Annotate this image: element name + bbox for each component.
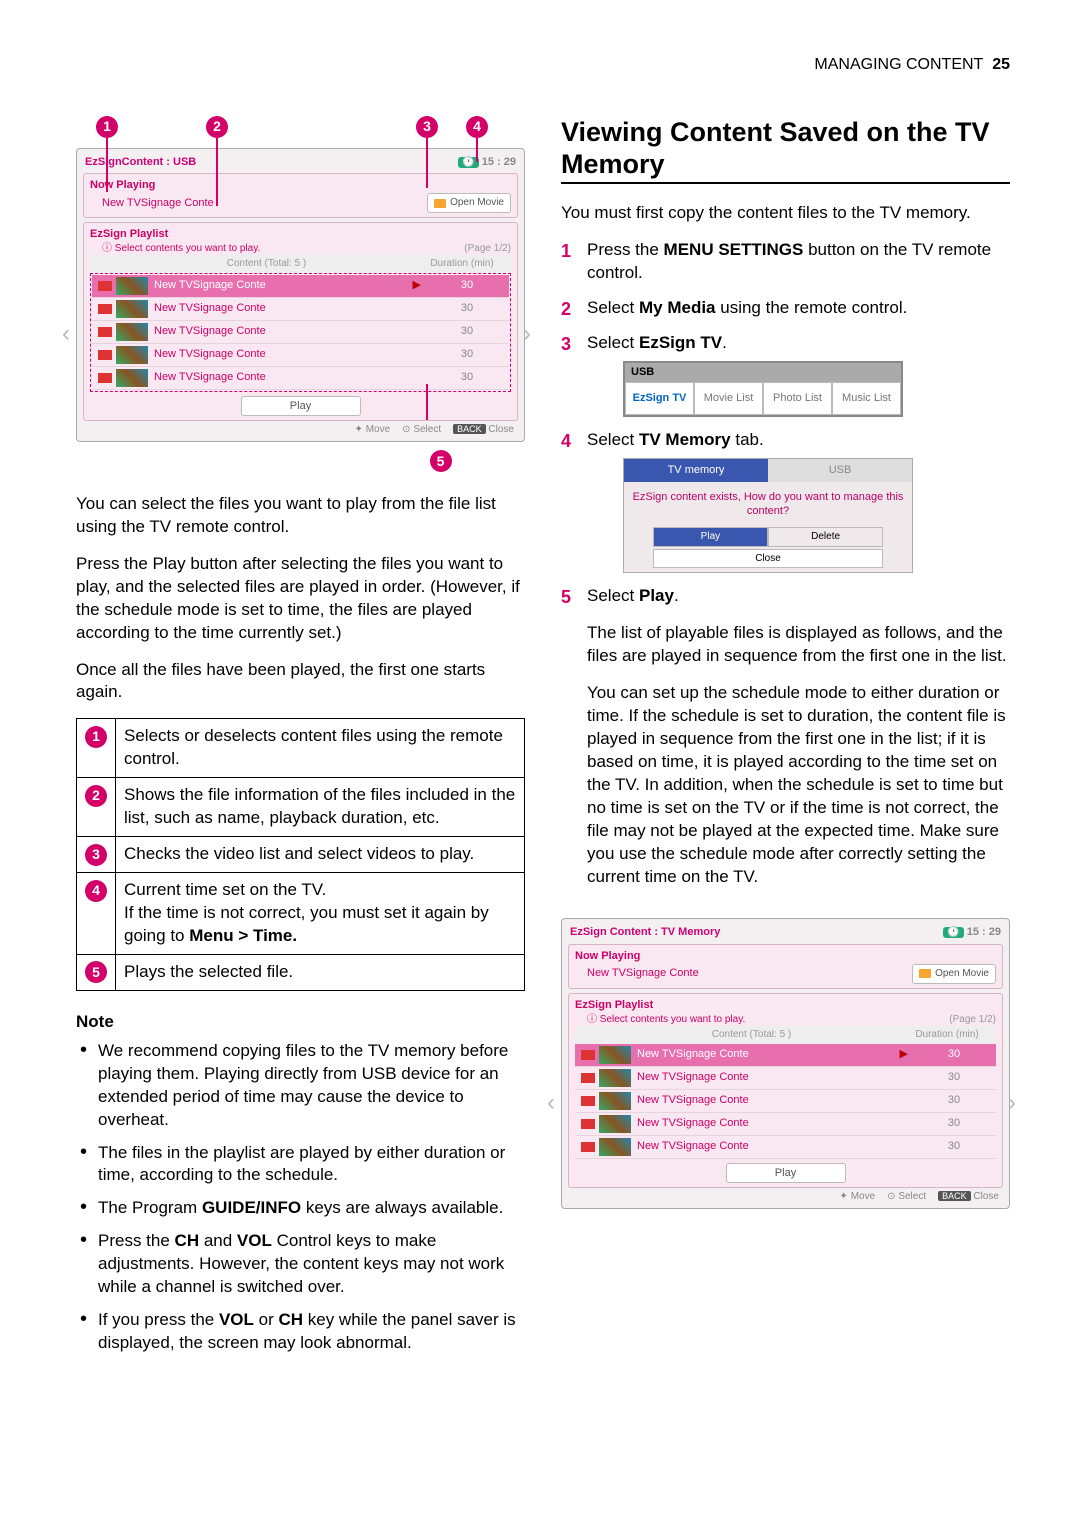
clock-icon: 🕐: [943, 927, 963, 938]
note-list: We recommend copying files to the TV mem…: [76, 1040, 525, 1355]
callout-5: 5: [430, 450, 452, 472]
tab-ezsign-tv[interactable]: EzSign TV: [625, 382, 694, 415]
prev-page-arrow[interactable]: ‹: [62, 322, 78, 346]
folder-icon: [919, 969, 931, 978]
callout-3: 3: [416, 116, 438, 138]
playlist-row[interactable]: New TVSignage Conte30: [92, 367, 509, 390]
playlist-row[interactable]: New TVSignage Conte30: [92, 298, 509, 321]
footer-move: ✦ Move: [355, 423, 391, 437]
play-button[interactable]: Play: [726, 1163, 846, 1184]
play-button[interactable]: Play: [241, 396, 361, 417]
tv-memory-dialog: TV memory USB EzSign content exists, How…: [623, 458, 913, 574]
body-text: Press the Play button after selecting th…: [76, 553, 525, 645]
footer-close: BACK Close: [453, 423, 514, 437]
body-text: Once all the files have been played, the…: [76, 659, 525, 705]
playlist-row[interactable]: New TVSignage Conte30: [92, 321, 509, 344]
prev-page-arrow[interactable]: ‹: [547, 1091, 563, 1115]
page-header: MANAGING CONTENT 25: [76, 54, 1010, 76]
callout-2: 2: [206, 116, 228, 138]
play-icon: ▶: [413, 278, 421, 293]
now-playing-content: New TVSignage Conte: [90, 196, 421, 211]
panel-title: EzSignContent : USB: [85, 155, 196, 170]
panel-title: EzSign Content : TV Memory: [570, 925, 720, 940]
flag-icon: [98, 281, 112, 291]
callout-1: 1: [96, 116, 118, 138]
media-tabs-panel: USB EzSign TV Movie List Photo List Musi…: [623, 361, 903, 417]
playlist-row[interactable]: New TVSignage Conte▶30: [575, 1044, 996, 1067]
tab-usb[interactable]: USB: [768, 459, 912, 482]
section-heading: Viewing Content Saved on the TV Memory: [561, 116, 1010, 185]
playlist-row[interactable]: New TVSignage Conte30: [92, 344, 509, 367]
next-page-arrow[interactable]: ›: [1008, 1091, 1024, 1115]
folder-icon: [434, 199, 446, 208]
playlist-row[interactable]: New TVSignage Conte30: [575, 1113, 996, 1136]
callout-4: 4: [466, 116, 488, 138]
body-text: You must first copy the content files to…: [561, 202, 1010, 225]
playlist-label: EzSign Playlist: [90, 227, 511, 242]
now-playing-label: Now Playing: [90, 178, 511, 193]
playlist-row[interactable]: New TVSignage Conte30: [575, 1136, 996, 1159]
dialog-delete-button[interactable]: Delete: [768, 527, 883, 547]
open-movie-button[interactable]: Open Movie: [912, 964, 996, 984]
open-movie-button[interactable]: Open Movie: [427, 193, 511, 213]
dialog-message: EzSign content exists, How do you want t…: [624, 482, 912, 528]
tab-photo-list[interactable]: Photo List: [763, 382, 832, 415]
note-heading: Note: [76, 1011, 525, 1034]
tab-movie-list[interactable]: Movie List: [694, 382, 763, 415]
body-text: You can select the files you want to pla…: [76, 493, 525, 539]
tab-tv-memory[interactable]: TV memory: [624, 459, 768, 482]
callout-legend-table: 1Selects or deselects content files usin…: [76, 718, 525, 990]
playlist-row[interactable]: New TVSignage Conte30: [575, 1067, 996, 1090]
footer-select: ⊙ Select: [402, 423, 441, 437]
tab-music-list[interactable]: Music List: [832, 382, 901, 415]
ezsign-tvmemory-panel: EzSign Content : TV Memory 🕐 15 : 29 Now…: [561, 918, 1010, 1208]
dialog-play-button[interactable]: Play: [653, 527, 768, 547]
dialog-close-button[interactable]: Close: [653, 549, 883, 569]
ezsign-usb-panel: EzSignContent : USB 🕐 15 : 29 Now Playin…: [76, 148, 525, 442]
playlist-row[interactable]: New TVSignage Conte ▶ 30: [92, 275, 509, 298]
playlist-row[interactable]: New TVSignage Conte30: [575, 1090, 996, 1113]
next-page-arrow[interactable]: ›: [523, 322, 539, 346]
